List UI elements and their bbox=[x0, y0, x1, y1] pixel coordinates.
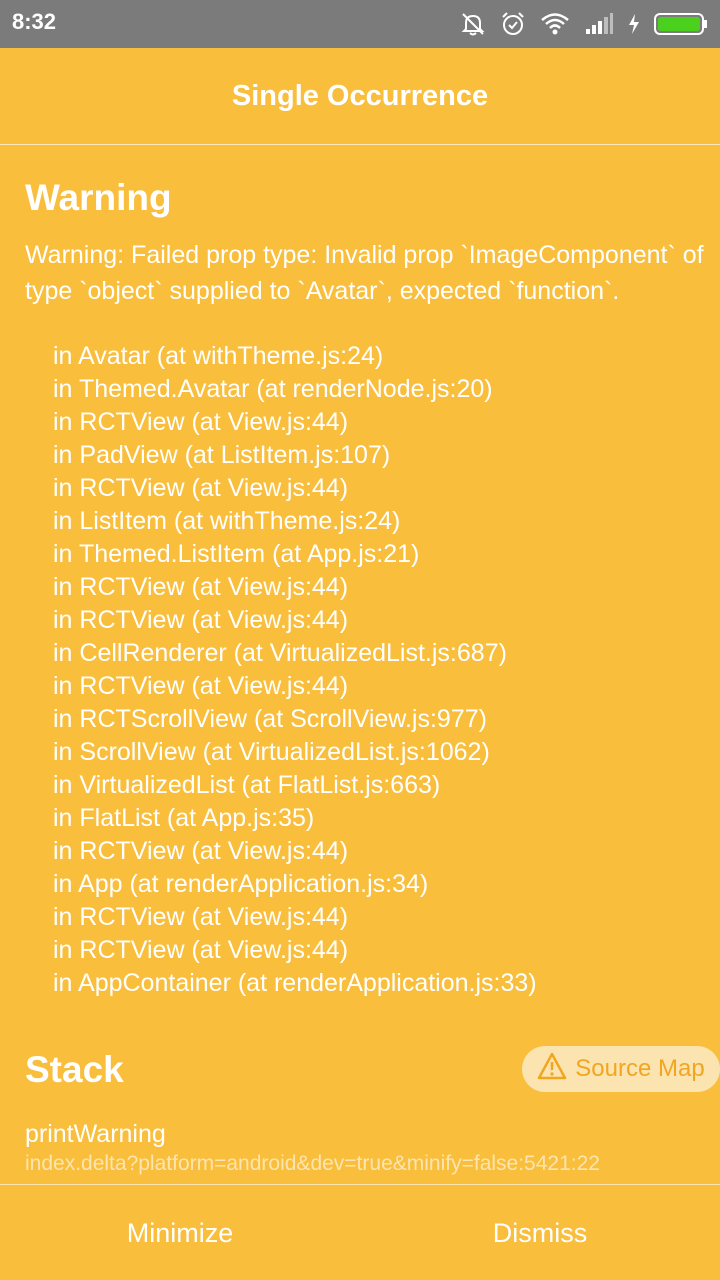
trace-line: in VirtualizedList (at FlatList.js:663) bbox=[53, 771, 441, 799]
component-trace: in Avatar (at withTheme.js:24) in Themed… bbox=[53, 340, 537, 1000]
notifications-muted-icon bbox=[460, 11, 486, 37]
warning-triangle-icon bbox=[537, 1052, 567, 1087]
page-title: Single Occurrence bbox=[231, 79, 489, 112]
minimize-button[interactable]: Minimize bbox=[0, 1185, 360, 1280]
warning-title: Warning bbox=[25, 177, 172, 218]
trace-line: in RCTScrollView (at ScrollView.js:977) bbox=[53, 705, 487, 733]
trace-line: in App (at renderApplication.js:34) bbox=[53, 870, 429, 898]
trace-line: in ListItem (at withTheme.js:24) bbox=[53, 507, 401, 535]
trace-line: in RCTView (at View.js:44) bbox=[53, 408, 349, 436]
dismiss-button[interactable]: Dismiss bbox=[360, 1185, 720, 1280]
stack-frame-name[interactable]: printWarning bbox=[25, 1120, 166, 1149]
trace-line: in AppContainer (at renderApplication.js… bbox=[53, 969, 537, 997]
trace-line: in RCTView (at View.js:44) bbox=[53, 573, 349, 601]
status-time: 8:32 bbox=[12, 9, 57, 34]
trace-line: in ScrollView (at VirtualizedList.js:106… bbox=[53, 738, 490, 766]
source-map-label: Source Map bbox=[575, 1055, 705, 1082]
battery-icon bbox=[654, 12, 708, 36]
footer: Minimize Dismiss bbox=[0, 1184, 720, 1280]
warning-message: Warning: Failed prop type: Invalid prop … bbox=[25, 241, 711, 305]
trace-line: in PadView (at ListItem.js:107) bbox=[53, 441, 391, 469]
trace-line: in Avatar (at withTheme.js:24) bbox=[53, 342, 384, 370]
trace-line: in RCTView (at View.js:44) bbox=[53, 837, 349, 865]
trace-line: in RCTView (at View.js:44) bbox=[53, 474, 349, 502]
stack-frame-location: index.delta?platform=android&dev=true&mi… bbox=[25, 1152, 600, 1175]
trace-line: in Themed.Avatar (at renderNode.js:20) bbox=[53, 375, 493, 403]
charging-icon bbox=[628, 13, 640, 35]
trace-line: in RCTView (at View.js:44) bbox=[53, 903, 349, 931]
trace-line: in RCTView (at View.js:44) bbox=[53, 606, 349, 634]
trace-line: in FlatList (at App.js:35) bbox=[53, 804, 315, 832]
trace-line: in Themed.ListItem (at App.js:21) bbox=[53, 540, 420, 568]
status-icons bbox=[460, 8, 708, 40]
trace-line: in CellRenderer (at VirtualizedList.js:6… bbox=[53, 639, 507, 667]
header: Single Occurrence bbox=[0, 48, 720, 145]
alarm-icon bbox=[500, 11, 526, 37]
stack-title: Stack bbox=[25, 1049, 124, 1090]
wifi-icon bbox=[540, 12, 570, 36]
cellular-signal-icon bbox=[584, 13, 614, 35]
trace-line: in RCTView (at View.js:44) bbox=[53, 936, 349, 964]
trace-line: in RCTView (at View.js:44) bbox=[53, 672, 349, 700]
status-bar: 8:32 bbox=[0, 0, 720, 48]
source-map-button[interactable]: Source Map bbox=[522, 1046, 720, 1092]
